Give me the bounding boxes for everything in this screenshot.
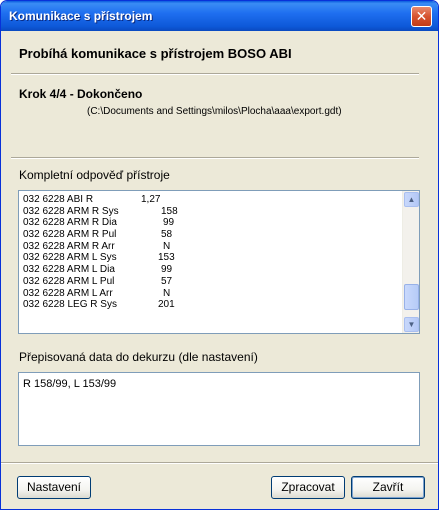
footer-divider — [1, 462, 438, 464]
list-item-code: 032 6228 ARM R Arr — [23, 240, 115, 252]
step-indicator: Krok 4/4 - Dokončeno — [19, 87, 143, 101]
chevron-down-icon: ▼ — [407, 320, 416, 329]
scroll-thumb[interactable] — [404, 284, 419, 310]
chevron-up-icon: ▲ — [407, 195, 416, 204]
list-item-value: 158 — [161, 205, 178, 217]
settings-button[interactable]: Nastavení — [17, 476, 91, 499]
list-item: 032 6228 ARM L Pul 57 — [23, 276, 403, 288]
list-item-value: 153 — [158, 252, 175, 264]
process-button[interactable]: Zpracovat — [271, 476, 345, 499]
list-item-value: 1,27 — [141, 194, 161, 205]
list-item: 032 6228 ARM L Dia 99 — [23, 264, 403, 276]
list-item: 032 6228 ARM L Sys 153 — [23, 252, 403, 264]
list-item-code: 032 6228 ARM L Dia — [23, 264, 115, 276]
close-button[interactable]: Zavřít — [351, 476, 425, 499]
response-lines: 032 6228 ABI R 1,27 032 6228 ARM R Sys 158 0… — [23, 194, 403, 311]
list-item-value: 99 — [161, 264, 173, 276]
section-divider — [11, 157, 419, 159]
window-title: Komunikace s přístrojem — [9, 9, 153, 23]
list-item: 032 6228 ARM R Dia 99 — [23, 217, 403, 229]
dialog-window: Komunikace s přístrojem ✕ Probíhá komuni… — [0, 0, 439, 510]
list-item-code: 032 6228 ARM L Arr — [23, 287, 113, 299]
list-item: 032 6228 LEG R Sys 201 — [23, 299, 403, 311]
list-item-code: 032 6228 LEG R Sys — [23, 299, 117, 311]
scroll-down-button[interactable]: ▼ — [404, 317, 419, 332]
dialog-client: Probíhá komunikace s přístrojem BOSO ABI… — [1, 31, 438, 509]
header-divider — [11, 73, 419, 75]
list-item: 032 6228 ARM L Arr N — [23, 288, 403, 300]
response-scrollbar[interactable]: ▲ ▼ — [402, 191, 419, 333]
page-title: Probíhá komunikace s přístrojem BOSO ABI — [19, 46, 292, 61]
list-item-code: 032 6228 ARM L Pul — [23, 275, 115, 287]
list-item-value: 99 — [163, 217, 175, 229]
close-icon: ✕ — [415, 8, 428, 24]
list-item-value: N — [163, 287, 171, 299]
list-item: 032 6228 ARM R Sys 158 — [23, 206, 403, 218]
list-item-code: 032 6228 ARM L Sys — [23, 252, 117, 264]
list-item-value: N — [163, 240, 171, 252]
decursus-textarea[interactable]: R 158/99, L 153/99 — [18, 372, 420, 446]
list-item-code: 032 6228 ABI R — [23, 194, 94, 205]
list-item-code: 032 6228 ARM R Dia — [23, 217, 117, 229]
close-window-button[interactable]: ✕ — [411, 6, 432, 27]
decursus-label: Přepisovaná data do dekurzu (dle nastave… — [19, 350, 258, 364]
scroll-up-button[interactable]: ▲ — [404, 192, 419, 207]
list-item-value: 57 — [161, 275, 173, 287]
list-item-code: 032 6228 ARM R Sys — [23, 205, 119, 217]
list-item-code: 032 6228 ARM R Pul — [23, 229, 117, 241]
list-item: 032 6228 ARM R Arr N — [23, 241, 403, 253]
device-response-list[interactable]: 032 6228 ABI R 1,27 032 6228 ARM R Sys 158 0… — [18, 190, 420, 334]
title-bar[interactable]: Komunikace s přístrojem ✕ — [1, 1, 438, 31]
list-item: 032 6228 ABI R 1,27 — [23, 194, 403, 206]
decursus-value: R 158/99, L 153/99 — [23, 378, 117, 390]
list-item: 032 6228 ARM R Pul 58 — [23, 229, 403, 241]
response-label: Kompletní odpověď přístroje — [19, 168, 170, 182]
list-item-value: 58 — [161, 229, 173, 241]
list-item-value: 201 — [158, 299, 175, 311]
export-file-path: (C:\Documents and Settings\milos\Plocha\… — [87, 106, 342, 117]
